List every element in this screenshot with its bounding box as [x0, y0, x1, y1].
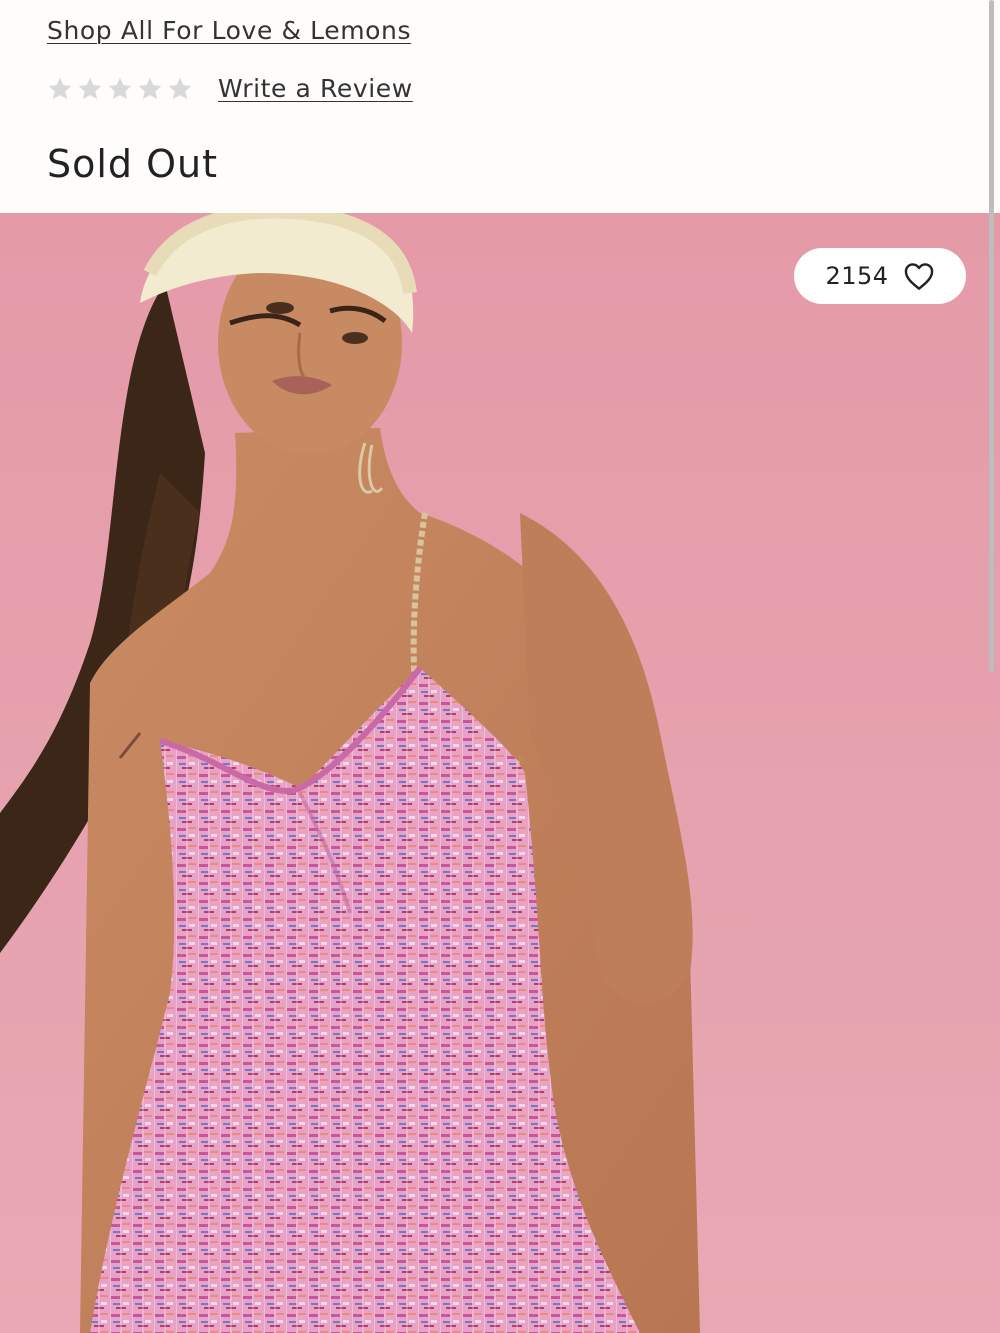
product-header: Shop All For Love & Lemons Write a Revie…	[0, 0, 1000, 213]
star-icon	[48, 77, 72, 99]
availability-status: Sold Out	[47, 142, 219, 186]
star-icon	[138, 77, 162, 99]
favorite-count: 2154	[825, 262, 889, 290]
product-page: Shop All For Love & Lemons Write a Revie…	[0, 0, 1000, 1333]
product-image[interactable]: 2154	[0, 213, 1000, 1333]
model-photo-illustration	[0, 213, 700, 1333]
shop-brand-link[interactable]: Shop All For Love & Lemons	[47, 16, 411, 45]
star-icon	[168, 77, 192, 99]
star-icon	[78, 77, 102, 99]
favorite-button[interactable]: 2154	[794, 248, 966, 304]
rating-row: Write a Review	[46, 74, 413, 103]
star-rating[interactable]	[46, 75, 194, 103]
write-review-link[interactable]: Write a Review	[218, 74, 413, 103]
scrollbar[interactable]	[989, 0, 994, 672]
heart-outline-icon	[904, 263, 933, 290]
star-icon	[108, 77, 132, 99]
